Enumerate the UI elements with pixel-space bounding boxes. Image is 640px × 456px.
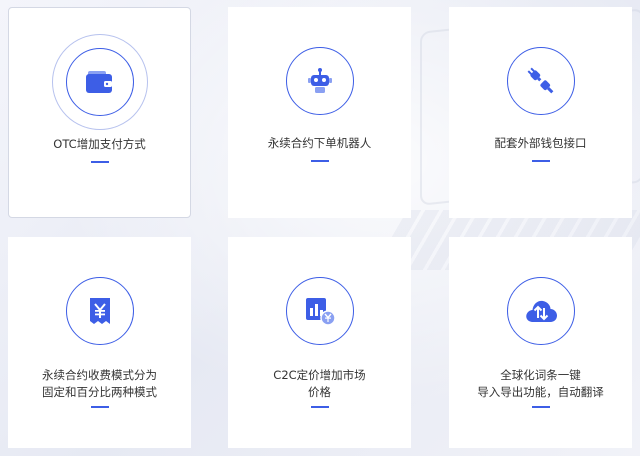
icon-circle: [285, 47, 354, 115]
feature-card-wallet-interface[interactable]: 配套外部钱包接口: [449, 7, 632, 218]
price-chart-icon: [304, 296, 336, 326]
feature-label: OTC增加支付方式: [53, 137, 146, 151]
feature-label-line: 导入导出功能，自动翻译: [477, 385, 604, 399]
plug-icon: [525, 65, 557, 97]
feature-card-otc-payment[interactable]: OTC增加支付方式: [8, 7, 191, 218]
accent-underline: [310, 406, 329, 408]
icon-circle: [285, 277, 354, 345]
feature-card-trading-robot[interactable]: 永续合约下单机器人: [228, 7, 411, 218]
feature-label: 配套外部钱包接口: [494, 136, 587, 150]
accent-underline: [310, 160, 329, 162]
icon-circle: [506, 47, 575, 115]
feature-card-c2c-pricing[interactable]: C2C定价增加市场 价格: [228, 237, 411, 448]
feature-label-line: 永续合约收费模式分为: [42, 368, 157, 382]
feature-card-i18n-import-export[interactable]: 全球化词条一键 导入导出功能，自动翻译: [449, 237, 632, 448]
icon-circle: [506, 277, 575, 345]
feature-label: 永续合约收费模式分为 固定和百分比两种模式: [8, 367, 191, 401]
robot-icon: [306, 67, 334, 95]
feature-label-line: 价格: [308, 385, 331, 399]
accent-underline: [90, 406, 109, 408]
icon-circle: [65, 277, 134, 345]
feature-label: C2C定价增加市场 价格: [228, 367, 411, 401]
yen-receipt-icon: [87, 296, 113, 326]
wallet-icon: [85, 69, 115, 95]
accent-underline: [531, 406, 550, 408]
feature-label-line: 全球化词条一键: [500, 368, 581, 382]
accent-underline: [531, 160, 550, 162]
feature-label: 全球化词条一键 导入导出功能，自动翻译: [449, 367, 632, 401]
feature-label-line: C2C定价增加市场: [273, 368, 366, 382]
feature-card-fee-mode[interactable]: 永续合约收费模式分为 固定和百分比两种模式: [8, 237, 191, 448]
icon-circle: [65, 48, 134, 116]
feature-label-line: 固定和百分比两种模式: [42, 385, 157, 399]
accent-underline: [90, 161, 109, 163]
feature-label: 永续合约下单机器人: [267, 136, 372, 150]
cloud-transfer-icon: [524, 298, 558, 324]
